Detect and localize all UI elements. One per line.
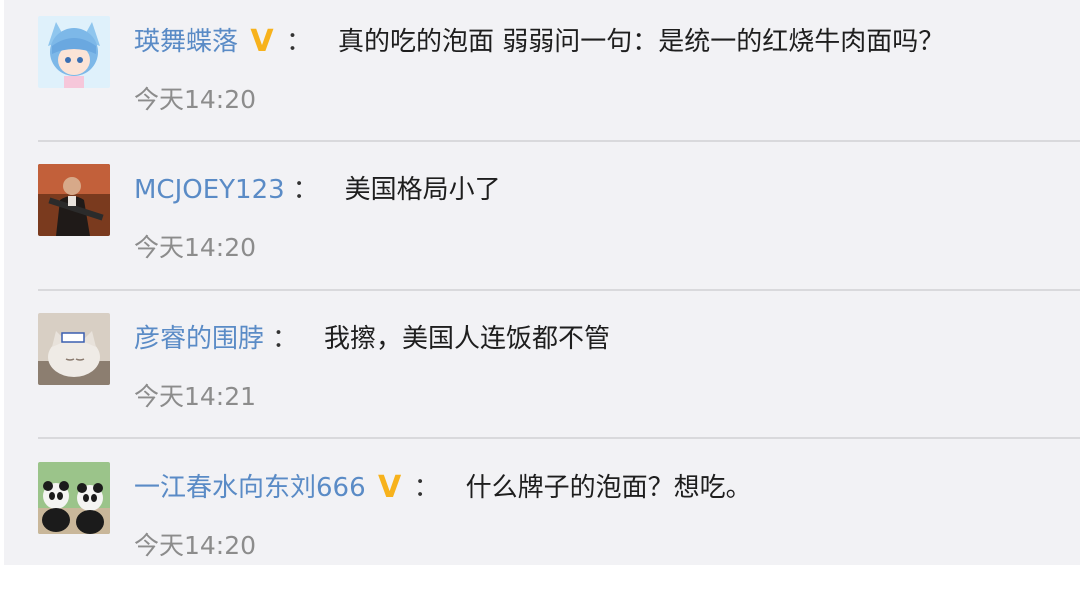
avatar[interactable] bbox=[38, 16, 110, 88]
comment-text: 我擦，美国人连饭都不管 bbox=[324, 324, 611, 354]
comment-list: 瑛舞蝶落 V ： 真的吃的泡面 弱弱问一句：是统一的红烧牛肉面吗？ 今天14:2… bbox=[4, 0, 1080, 565]
username-link[interactable]: 彦睿的围脖 bbox=[134, 319, 264, 359]
avatar[interactable] bbox=[38, 313, 110, 385]
divider bbox=[38, 437, 1080, 439]
divider bbox=[38, 289, 1080, 291]
comment-item: 瑛舞蝶落 V ： 真的吃的泡面 弱弱问一句：是统一的红烧牛肉面吗？ 今天14:2… bbox=[4, 0, 1080, 148]
comment-timestamp: 今天14:20 bbox=[134, 233, 257, 262]
comment-timestamp: 今天14:21 bbox=[134, 382, 257, 411]
separator-colon: ： bbox=[413, 473, 440, 503]
comment-timestamp: 今天14:20 bbox=[134, 85, 257, 114]
divider bbox=[38, 140, 1080, 142]
separator-colon: ： bbox=[292, 175, 319, 205]
comment-line: 瑛舞蝶落 V ： 真的吃的泡面 弱弱问一句：是统一的红烧牛肉面吗？ bbox=[134, 22, 944, 62]
comment-item: MCJOEY123 ： 美国格局小了 今天14:20 bbox=[4, 148, 1080, 296]
avatar[interactable] bbox=[38, 462, 110, 534]
cat-avatar-icon bbox=[38, 313, 110, 385]
vip-v-icon[interactable]: V bbox=[374, 472, 406, 504]
comment-line: 一江春水向东刘666 V ： 什么牌子的泡面？想吃。 bbox=[134, 468, 752, 508]
comment-text: 美国格局小了 bbox=[344, 175, 501, 205]
comment-item: 彦睿的围脖 ： 我擦，美国人连饭都不管 今天14:21 bbox=[4, 297, 1080, 445]
vip-v-icon[interactable]: V bbox=[246, 26, 278, 58]
pandas-avatar-icon bbox=[38, 462, 110, 534]
comment-text: 真的吃的泡面 弱弱问一句：是统一的红烧牛肉面吗？ bbox=[338, 27, 945, 57]
anime-girl-avatar-icon bbox=[38, 16, 110, 88]
avatar[interactable] bbox=[38, 164, 110, 236]
comment-text: 什么牌子的泡面？想吃。 bbox=[465, 473, 752, 503]
separator-colon: ： bbox=[272, 324, 299, 354]
comment-timestamp: 今天14:20 bbox=[134, 531, 257, 560]
comment-item: 一江春水向东刘666 V ： 什么牌子的泡面？想吃。 今天14:20 bbox=[4, 446, 1080, 594]
comment-line: 彦睿的围脖 ： 我擦，美国人连饭都不管 bbox=[134, 319, 610, 359]
separator-colon: ： bbox=[286, 27, 313, 57]
gunman-avatar-icon bbox=[38, 164, 110, 236]
username-link[interactable]: MCJOEY123 bbox=[134, 170, 285, 210]
comment-line: MCJOEY123 ： 美国格局小了 bbox=[134, 170, 501, 210]
username-link[interactable]: 一江春水向东刘666 bbox=[134, 468, 366, 508]
username-link[interactable]: 瑛舞蝶落 bbox=[134, 22, 238, 62]
